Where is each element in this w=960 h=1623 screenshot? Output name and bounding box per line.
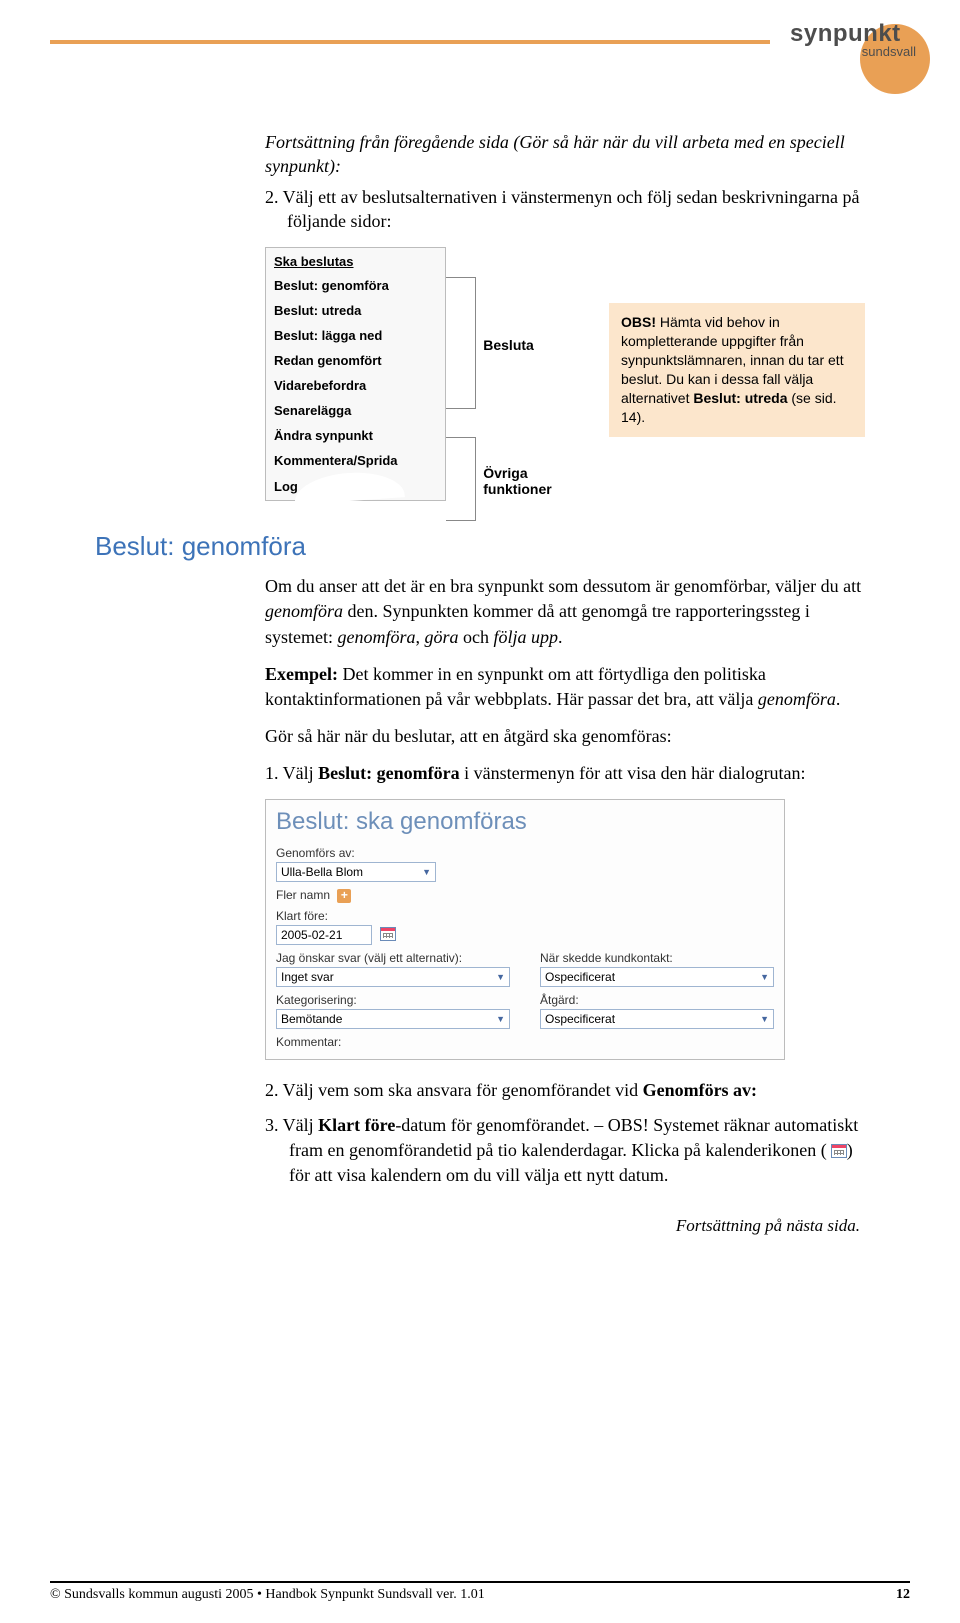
dialog-title: Beslut: ska genomföras: [276, 808, 774, 836]
bracket-label-ovriga: Övriga funktioner: [483, 465, 589, 497]
menu-item: Beslut: utreda: [266, 298, 445, 323]
text-em: göra: [425, 627, 459, 647]
para-3-intro-steps: Gör så här när du beslutar, att en åtgär…: [265, 724, 865, 749]
footer-left: © Sundsvalls kommun augusti 2005 • Handb…: [50, 1587, 485, 1603]
select-atgard[interactable]: Ospecificerat ▼: [540, 1009, 774, 1029]
menu-item-torn: Log: [266, 473, 445, 500]
chevron-down-icon: ▼: [422, 867, 431, 877]
menu-heading: Ska beslutas: [266, 248, 445, 273]
select-genomfors-av[interactable]: Ulla-Bella Blom ▼: [276, 862, 436, 882]
bracket-label-besluta: Besluta: [483, 337, 589, 353]
step-3-klart-fore: 3. Välj Klart före-datum för genomförand…: [265, 1113, 865, 1189]
dialog-step-1: 1. Välj Beslut: genomföra i vänstermenyn…: [265, 761, 865, 786]
menu-item: Beslut: genomföra: [266, 273, 445, 298]
date-row: 2005-02-21: [276, 923, 774, 945]
text-em: genomföra: [265, 601, 343, 621]
para-2-exempel: Exempel: Det kommer in en synpunkt om at…: [265, 662, 865, 712]
text-strong: Genomförs av:: [643, 1080, 757, 1100]
dialog-beslut-genomforas: Beslut: ska genomföras Genomförs av: Ull…: [265, 799, 785, 1060]
logo: synpunkt sundsvall: [790, 20, 930, 59]
select-value: Ulla-Bella Blom: [281, 865, 363, 879]
text-strong: Exempel:: [265, 664, 338, 684]
calendar-icon[interactable]: [380, 927, 396, 941]
text-strong: Beslut: genomföra: [318, 763, 459, 783]
text: och: [459, 627, 494, 647]
bracket-icon: [446, 437, 476, 521]
label-onskar-svar: Jag önskar svar (välj ett alternativ):: [276, 951, 510, 965]
para-1: Om du anser att det är en bra synpunkt s…: [265, 574, 865, 650]
text: Om du anser att det är en bra synpunkt s…: [265, 576, 861, 596]
text-strong: Klart före: [318, 1115, 395, 1135]
page-number: 12: [896, 1587, 910, 1603]
top-rule: [50, 40, 770, 44]
label-kategorisering: Kategorisering:: [276, 993, 510, 1007]
chevron-down-icon: ▼: [496, 972, 505, 982]
obs-title: OBS!: [621, 314, 656, 330]
text-em: genomföra: [338, 627, 416, 647]
label-klart-fore: Klart före:: [276, 909, 774, 923]
bracket-labels: Besluta Övriga funktioner: [477, 247, 589, 497]
obs-bold: Beslut: utreda: [693, 390, 787, 406]
chevron-down-icon: ▼: [760, 1014, 769, 1024]
text: .: [558, 627, 563, 647]
text: .: [836, 689, 841, 709]
page-footer: © Sundsvalls kommun augusti 2005 • Handb…: [50, 1581, 910, 1603]
select-value: Inget svar: [281, 970, 334, 984]
label-kommentar: Kommentar:: [276, 1035, 774, 1049]
text: ,: [416, 627, 425, 647]
select-value: Ospecificerat: [545, 1012, 615, 1026]
text-em: följa upp: [494, 627, 559, 647]
input-klart-fore[interactable]: 2005-02-21: [276, 925, 372, 945]
text: 1. Välj: [265, 763, 318, 783]
menu-item: Vidarebefordra: [266, 373, 445, 398]
step-2-choose-owner: 2. Välj vem som ska ansvara för genomför…: [265, 1078, 865, 1103]
logo-text-2: sundsvall: [790, 44, 930, 59]
label-fler-namn: Fler namn +: [276, 888, 774, 903]
menu-item: Kommentera/Sprida: [266, 448, 445, 473]
text: Fler namn: [276, 888, 330, 902]
continuation-note: Fortsättning på nästa sida.: [95, 1216, 865, 1236]
section-heading-genomfora: Beslut: genomföra: [95, 531, 865, 562]
text-em: genomföra: [758, 689, 836, 709]
menu-item: Beslut: lägga ned: [266, 323, 445, 348]
post-dialog-steps: 2. Välj vem som ska ansvara för genomför…: [265, 1078, 865, 1189]
text: 2. Välj vem som ska ansvara för genomför…: [265, 1080, 643, 1100]
menu-item: Senarelägga: [266, 398, 445, 423]
select-value: Bemötande: [281, 1012, 342, 1026]
left-menu-screenshot: Ska beslutas Beslut: genomföra Beslut: u…: [265, 247, 446, 501]
select-onskar-svar[interactable]: Inget svar ▼: [276, 967, 510, 987]
obs-note-box: OBS! Hämta vid behov in kompletterande u…: [609, 303, 865, 436]
select-value: Ospecificerat: [545, 970, 615, 984]
continuation-intro: Fortsättning från föregående sida (Gör s…: [265, 130, 865, 179]
dialog-screenshot-wrap: Beslut: ska genomföras Genomförs av: Ull…: [265, 799, 865, 1060]
calendar-icon: [831, 1144, 847, 1158]
label-kundkontakt: När skedde kundkontakt:: [540, 951, 774, 965]
label-genomfors-av: Genomförs av:: [276, 846, 774, 860]
text: Det kommer in en synpunkt om att förtydl…: [265, 664, 766, 709]
label-atgard: Åtgärd:: [540, 993, 774, 1007]
menu-illustration-row: Ska beslutas Beslut: genomföra Beslut: u…: [265, 247, 865, 501]
chevron-down-icon: ▼: [760, 972, 769, 982]
select-kategorisering[interactable]: Bemötande ▼: [276, 1009, 510, 1029]
chevron-down-icon: ▼: [496, 1014, 505, 1024]
text: i vänstermenyn för att visa den här dial…: [460, 763, 806, 783]
menu-item: Redan genomfört: [266, 348, 445, 373]
step-2-choose-alternative: 2. Välj ett av beslutsalternativen i vän…: [265, 185, 865, 234]
menu-item: Ändra synpunkt: [266, 423, 445, 448]
text: 3. Välj: [265, 1115, 318, 1135]
add-icon[interactable]: +: [337, 889, 351, 903]
bracket-icon: [446, 277, 476, 409]
select-kundkontakt[interactable]: Ospecificerat ▼: [540, 967, 774, 987]
